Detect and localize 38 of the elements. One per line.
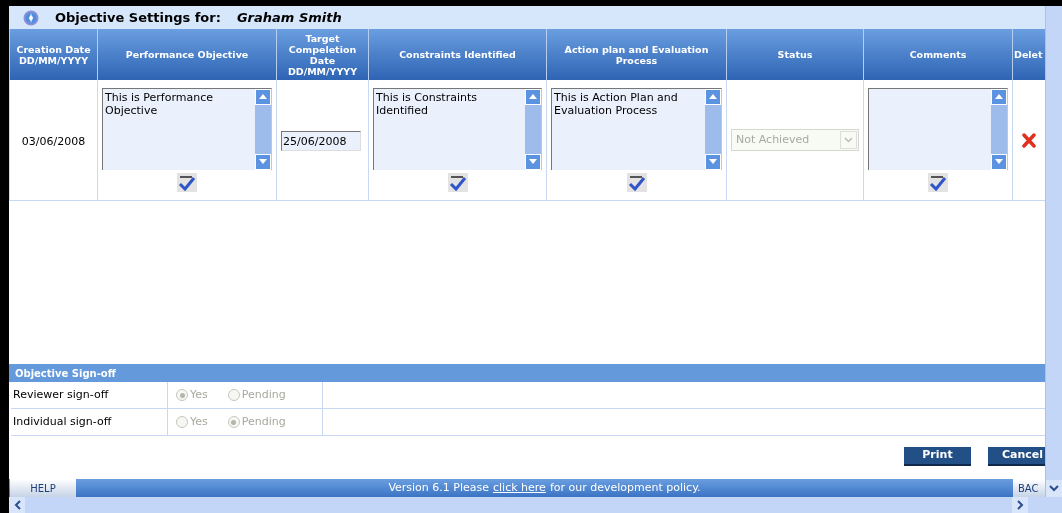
date-text: 03/06/2008 (21, 134, 86, 148)
column-header: Comments (863, 29, 1013, 80)
delete-icon[interactable] (1022, 132, 1036, 148)
spellcheck-icon[interactable] (928, 172, 948, 192)
date-field[interactable]: 25/06/2008 (281, 131, 361, 152)
column-header: Performance Objective (97, 29, 277, 80)
column-header: Target Compeletion Date DD/MM/YYYY (276, 29, 369, 80)
back-button[interactable]: BAC (1013, 479, 1045, 497)
column-header: Constraints Identified (368, 29, 547, 80)
signoff-label: Reviewer sign-off (13, 386, 109, 403)
chevron-down-icon[interactable] (1049, 485, 1059, 492)
spellcheck-icon[interactable] (626, 172, 647, 192)
policy-text: for our development policy. (549, 479, 701, 496)
signoff-label: Individual sign-off (13, 413, 112, 430)
column-header: Action plan and Evaluation Process (546, 29, 727, 80)
column-header: Status (726, 29, 864, 80)
chevron-right-icon[interactable] (1016, 500, 1024, 510)
action-button[interactable]: Print (904, 446, 971, 466)
action-button[interactable]: Cancel (988, 446, 1045, 466)
section-header: Objective Sign-off (9, 364, 1045, 382)
spellcheck-icon[interactable] (177, 172, 197, 192)
help-button[interactable]: HELP (10, 479, 76, 497)
text-area[interactable]: This is Performance Objective (102, 87, 272, 170)
text-area[interactable] (868, 87, 1008, 170)
chevron-down-icon (844, 136, 853, 143)
compass-icon (23, 9, 39, 26)
version-text: Version 6.1 Please (388, 479, 489, 496)
text-area[interactable]: This is Constraints Identified (373, 87, 542, 170)
column-header: Creation Date DD/MM/YYYY (9, 29, 98, 80)
window-title: Objective Settings for: (55, 8, 221, 27)
person-name: Graham Smith (236, 8, 342, 27)
chevron-left-icon[interactable] (13, 500, 21, 510)
policy-link[interactable]: click here (493, 479, 546, 497)
column-header: Delet (1012, 29, 1045, 80)
spellcheck-icon[interactable] (447, 172, 468, 192)
vertical-scrollbar[interactable] (1045, 6, 1062, 497)
horizontal-scrollbar[interactable] (9, 497, 1062, 513)
text-area[interactable]: This is Action Plan and Evaluation Process (551, 87, 722, 170)
